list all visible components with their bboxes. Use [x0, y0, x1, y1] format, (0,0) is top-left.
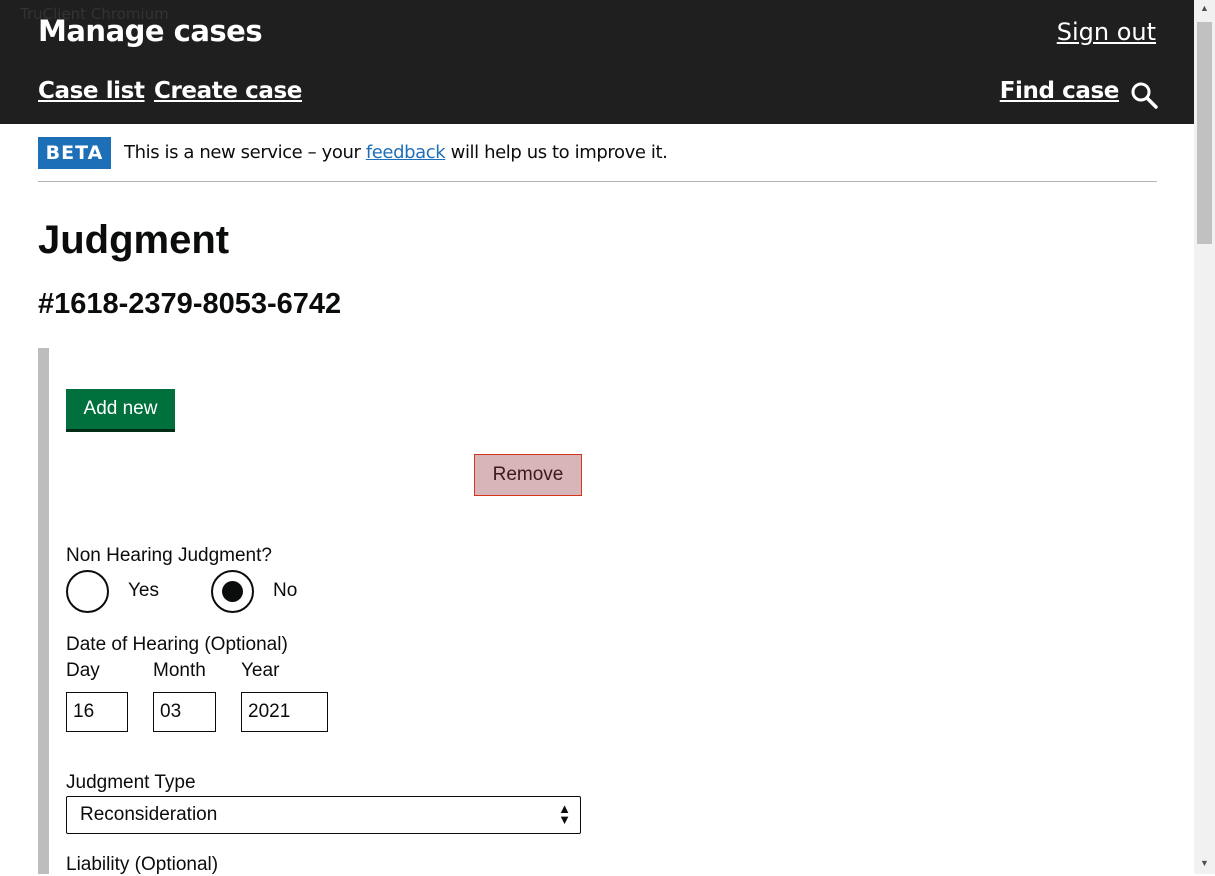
phase-banner-text: This is a new service – your feedback wi… — [124, 142, 668, 163]
month-label: Month — [153, 660, 206, 681]
judgment-type-label: Judgment Type — [66, 772, 196, 793]
scroll-up-icon[interactable]: ▲ — [1200, 3, 1209, 13]
year-label: Year — [241, 660, 280, 681]
site-header: Manage cases Sign out Case list Create c… — [0, 0, 1194, 124]
radio-no-label[interactable]: No — [273, 580, 297, 602]
case-number: #1618-2379-8053-6742 — [38, 288, 342, 320]
judgment-type-select[interactable]: Reconsideration ▲ ▼ — [66, 796, 581, 834]
beta-tag: BETA — [38, 137, 111, 169]
radio-selected-dot — [222, 581, 243, 602]
nav-create-case[interactable]: Create case — [154, 78, 302, 104]
remove-button[interactable]: Remove — [474, 454, 582, 496]
feedback-link[interactable]: feedback — [366, 142, 446, 163]
nav-case-list[interactable]: Case list — [38, 78, 145, 104]
phase-banner: BETA This is a new service – your feedba… — [38, 137, 1157, 182]
nav-find-case[interactable]: Find case — [1000, 78, 1120, 104]
non-hearing-judgment-label: Non Hearing Judgment? — [66, 545, 272, 566]
radio-yes[interactable] — [66, 570, 109, 613]
collection-group-border — [38, 348, 49, 874]
search-icon[interactable] — [1130, 81, 1158, 109]
vertical-scrollbar[interactable]: ▲ ▼ — [1194, 0, 1215, 874]
radio-yes-label[interactable]: Yes — [128, 580, 159, 602]
sign-out-link[interactable]: Sign out — [1057, 18, 1156, 46]
liability-label: Liability (Optional) — [66, 854, 219, 875]
add-new-button[interactable]: Add new — [66, 389, 175, 429]
judgment-type-value: Reconsideration — [80, 804, 218, 825]
radio-no[interactable] — [211, 570, 254, 613]
scroll-down-icon[interactable]: ▼ — [1200, 858, 1209, 868]
date-of-hearing-label: Date of Hearing (Optional) — [66, 634, 288, 655]
year-input[interactable] — [241, 692, 328, 732]
day-input[interactable] — [66, 692, 128, 732]
select-arrows-icon: ▲ ▼ — [558, 801, 571, 827]
month-input[interactable] — [153, 692, 216, 732]
day-label: Day — [66, 660, 100, 681]
scrollbar-thumb[interactable] — [1197, 22, 1212, 244]
service-name[interactable]: Manage cases — [38, 14, 263, 48]
page-title: Judgment — [38, 218, 230, 262]
